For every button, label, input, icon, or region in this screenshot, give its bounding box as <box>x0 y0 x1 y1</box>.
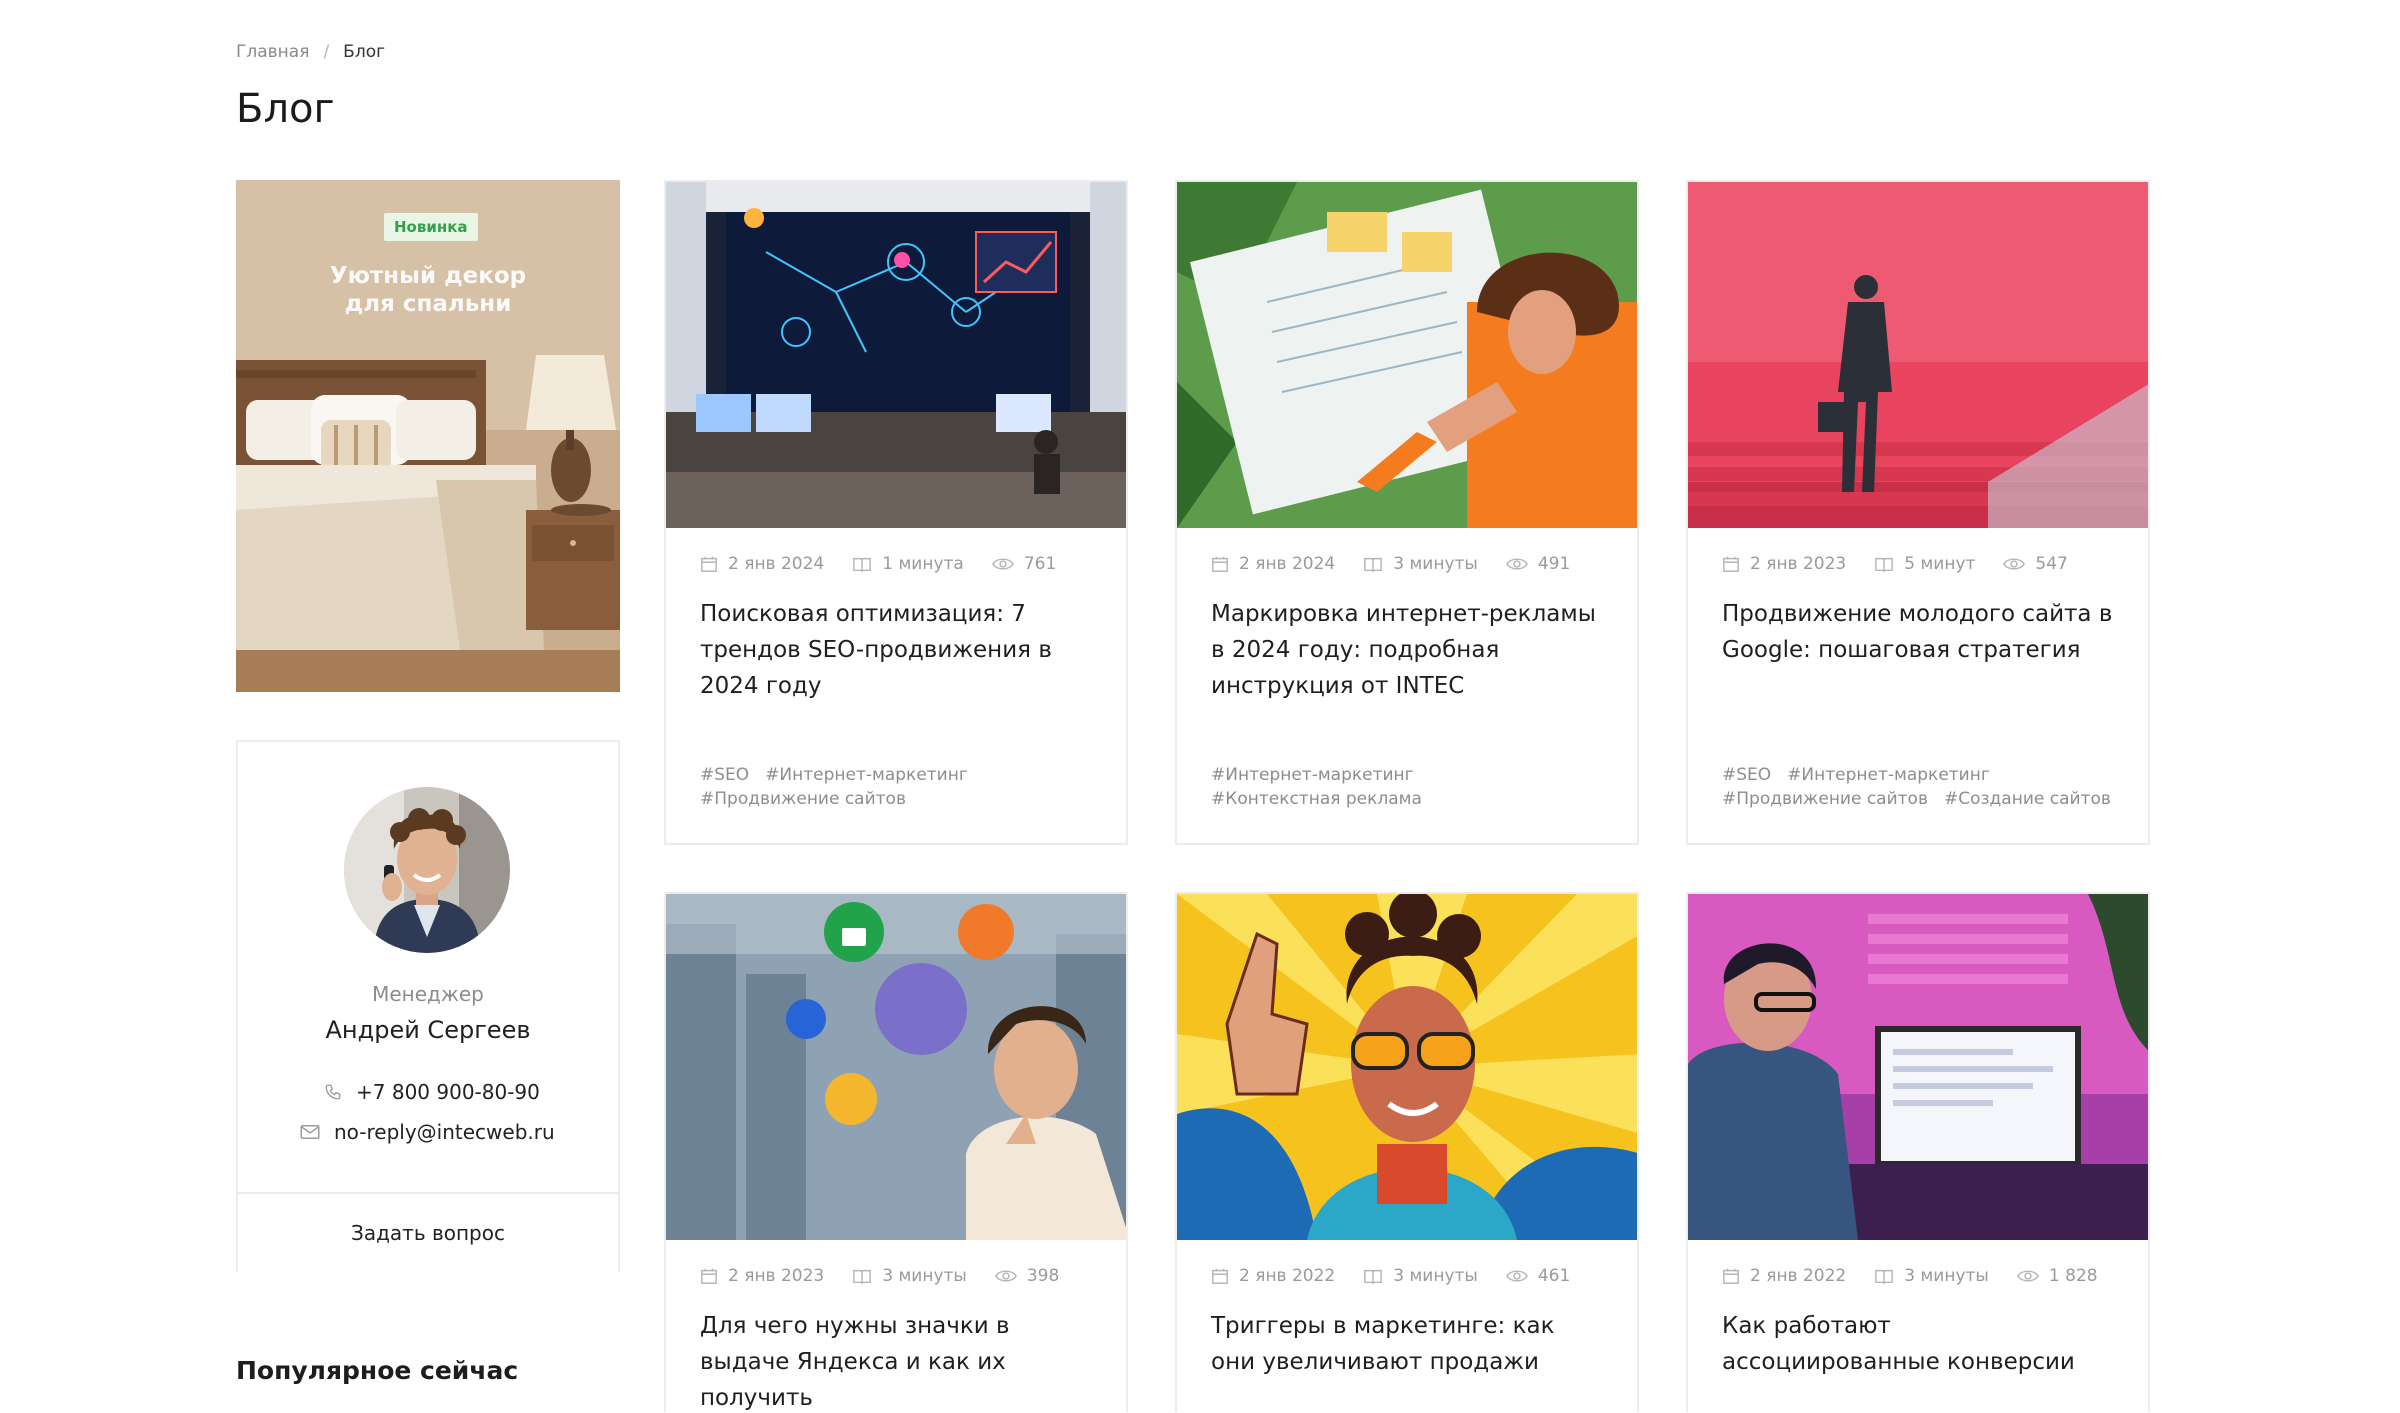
article-image[interactable] <box>666 894 1126 1240</box>
article-views: 398 <box>1026 1266 1060 1286</box>
breadcrumb-current: Блог <box>343 42 386 62</box>
article-meta: 2 янв 2022 3 минуты 1 828 <box>1688 1240 2148 1286</box>
eye-icon <box>1505 1268 1528 1284</box>
page-title: Блог <box>236 86 335 132</box>
article-date: 2 янв 2023 <box>1750 554 1847 574</box>
article-title[interactable]: Продвижение молодого сайта в Google: пош… <box>1688 574 2148 668</box>
book-icon <box>1874 1267 1894 1285</box>
manager-name: Андрей Сергеев <box>325 1016 531 1044</box>
manager-role: Менеджер <box>372 982 484 1006</box>
article-date: 2 янв 2022 <box>1239 1266 1336 1286</box>
manager-email[interactable]: no-reply@intecweb.ru <box>300 1120 555 1144</box>
calendar-icon <box>1722 1267 1740 1285</box>
article-read-time: 3 минуты <box>1393 1266 1478 1286</box>
article-read-time: 3 минуты <box>882 1266 967 1286</box>
article-card[interactable]: 2 янв 2023 5 минут 547 Продвижение молод… <box>1686 180 2150 845</box>
promo-bedroom-illustration <box>236 180 620 692</box>
article-read-time: 1 минута <box>882 554 964 574</box>
article-views: 1 828 <box>2048 1266 2098 1286</box>
book-icon <box>852 555 872 573</box>
breadcrumb-home-link[interactable]: Главная <box>236 42 309 62</box>
article-title[interactable]: Триггеры в маркетинге: как они увеличива… <box>1177 1286 1637 1380</box>
calendar-icon <box>700 555 718 573</box>
article-tag[interactable]: #SEO <box>1722 763 1771 787</box>
calendar-icon <box>1211 555 1229 573</box>
popular-heading: Популярное сейчас <box>236 1356 519 1385</box>
article-read-time: 3 минуты <box>1393 554 1478 574</box>
promo-banner[interactable]: Новинка Уютный декор для спальни <box>236 180 620 692</box>
article-image[interactable] <box>1688 894 2148 1240</box>
article-meta: 2 янв 2023 3 минуты 398 <box>666 1240 1126 1286</box>
book-icon <box>1874 555 1894 573</box>
article-meta: 2 янв 2022 3 минуты 461 <box>1177 1240 1637 1286</box>
manager-email-text: no-reply@intecweb.ru <box>334 1120 555 1144</box>
article-tag[interactable]: #Продвижение сайтов <box>1722 787 1928 811</box>
calendar-icon <box>700 1267 718 1285</box>
calendar-icon <box>1211 1267 1229 1285</box>
article-title[interactable]: Поисковая оптимизация: 7 трендов SEO-про… <box>666 574 1126 704</box>
article-card[interactable]: 2 янв 2022 3 минуты 461 Триггеры в марке… <box>1175 892 1639 1412</box>
article-tag[interactable]: #Контекстная реклама <box>1211 787 1422 811</box>
article-image[interactable] <box>1177 182 1637 528</box>
article-tag[interactable]: #Интернет-маркетинг <box>1787 763 1990 787</box>
article-image[interactable] <box>1177 894 1637 1240</box>
article-read-time: 5 минут <box>1904 554 1976 574</box>
article-views: 491 <box>1537 554 1571 574</box>
article-views: 461 <box>1537 1266 1571 1286</box>
article-tags: #SEO #Интернет-маркетинг #Продвижение са… <box>700 763 1096 811</box>
article-tag[interactable]: #Интернет-маркетинг <box>1211 763 1414 787</box>
article-image[interactable] <box>666 182 1126 528</box>
book-icon <box>852 1267 872 1285</box>
article-date: 2 янв 2024 <box>1239 554 1336 574</box>
article-meta: 2 янв 2023 5 минут 547 <box>1688 528 2148 574</box>
eye-icon <box>1505 556 1528 572</box>
article-image[interactable] <box>1688 182 2148 528</box>
eye-icon <box>994 1268 1017 1284</box>
article-title[interactable]: Маркировка интернет-рекламы в 2024 году:… <box>1177 574 1637 704</box>
article-tags: #SEO #Интернет-маркетинг #Продвижение са… <box>1722 763 2118 811</box>
article-title[interactable]: Для чего нужны значки в выдаче Яндекса и… <box>666 1286 1126 1413</box>
article-tag[interactable]: #SEO <box>700 763 749 787</box>
article-tag[interactable]: #Продвижение сайтов <box>700 787 906 811</box>
calendar-icon <box>1722 555 1740 573</box>
promo-title-line2: для спальни <box>344 291 512 317</box>
article-date: 2 янв 2023 <box>728 1266 825 1286</box>
breadcrumb: Главная / Блог <box>236 42 385 62</box>
mail-icon <box>300 1124 320 1140</box>
book-icon <box>1363 1267 1383 1285</box>
article-tag[interactable]: #Создание сайтов <box>1944 787 2111 811</box>
manager-photo <box>344 787 510 953</box>
article-views: 761 <box>1023 554 1057 574</box>
article-tags: #Интернет-маркетинг #Контекстная реклама <box>1211 763 1607 811</box>
article-date: 2 янв 2022 <box>1750 1266 1847 1286</box>
article-card[interactable]: 2 янв 2024 3 минуты 491 Маркировка интер… <box>1175 180 1639 845</box>
article-title[interactable]: Как работают ассоциированные конверсии <box>1688 1286 2148 1380</box>
article-date: 2 янв 2024 <box>728 554 825 574</box>
eye-icon <box>991 556 1014 572</box>
manager-phone-text: +7 800 900-80-90 <box>356 1080 540 1104</box>
manager-phone[interactable]: +7 800 900-80-90 <box>324 1080 540 1104</box>
article-card[interactable]: 2 янв 2022 3 минуты 1 828 Как работают а… <box>1686 892 2150 1412</box>
promo-title: Уютный декор для спальни <box>236 262 620 318</box>
promo-title-line1: Уютный декор <box>329 263 527 289</box>
manager-card: Менеджер Андрей Сергеев +7 800 900-80-90… <box>236 740 620 1272</box>
book-icon <box>1363 555 1383 573</box>
article-meta: 2 янв 2024 1 минута 761 <box>666 528 1126 574</box>
article-read-time: 3 минуты <box>1904 1266 1989 1286</box>
promo-badge: Новинка <box>384 213 478 241</box>
article-meta: 2 янв 2024 3 минуты 491 <box>1177 528 1637 574</box>
article-tag[interactable]: #Интернет-маркетинг <box>765 763 968 787</box>
article-views: 547 <box>2035 554 2068 574</box>
avatar <box>344 787 510 953</box>
ask-question-button[interactable]: Задать вопрос <box>238 1194 618 1272</box>
eye-icon <box>2003 556 2026 572</box>
article-card[interactable]: 2 янв 2023 3 минуты 398 Для чего нужны з… <box>664 892 1128 1412</box>
breadcrumb-separator: / <box>323 42 330 62</box>
phone-icon <box>324 1083 342 1101</box>
article-card[interactable]: 2 янв 2024 1 минута 761 Поисковая оптими… <box>664 180 1128 845</box>
eye-icon <box>2016 1268 2039 1284</box>
